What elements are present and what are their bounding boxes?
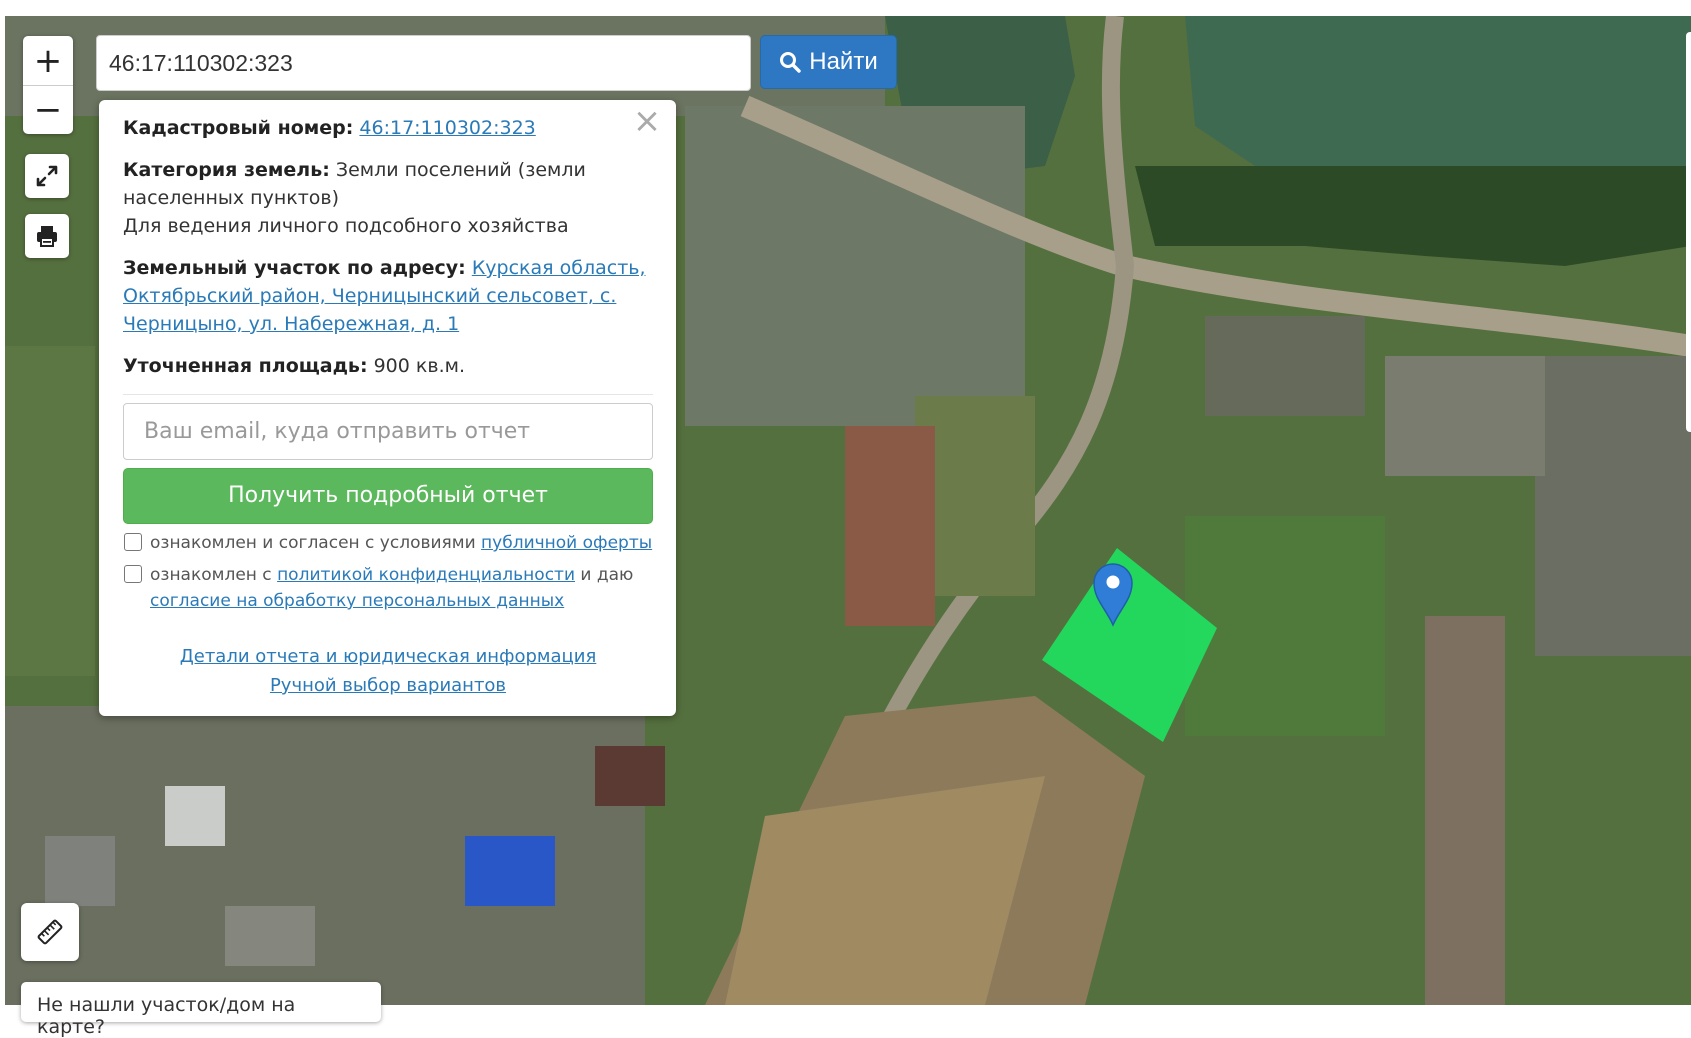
terms-agreement-row: ознакомлен и согласен с условиями публич…: [123, 530, 653, 556]
privacy-policy-link[interactable]: политикой конфиденциальности: [277, 565, 575, 585]
address-row: Земельный участок по адресу: Курская обл…: [123, 254, 653, 338]
parcel-info-popup: × Кадастровый номер: 46:17:110302:323 Ка…: [99, 100, 676, 716]
cadastral-number-link[interactable]: 46:17:110302:323: [359, 117, 535, 139]
get-report-button[interactable]: Получить подробный отчет: [123, 468, 653, 524]
popup-divider: [123, 394, 653, 395]
report-details-link[interactable]: Детали отчета и юридическая информация: [180, 646, 597, 667]
privacy-agreement-row: ознакомлен с политикой конфиденциальност…: [123, 562, 653, 614]
personal-data-consent-link[interactable]: согласие на обработку персональных данны…: [150, 591, 564, 611]
search-button-label: Найти: [809, 48, 878, 75]
print-icon: [37, 226, 57, 247]
area-row: Уточненная площадь: 900 кв.м.: [123, 352, 653, 380]
popup-footer-links: Детали отчета и юридическая информация Р…: [123, 642, 653, 700]
land-category-label: Категория земель:: [123, 159, 330, 181]
land-usage-value: Для ведения личного подсобного хозяйства: [123, 215, 569, 237]
terms-text-prefix: ознакомлен и согласен с условиями: [150, 533, 482, 553]
manual-selection-link[interactable]: Ручной выбор вариантов: [270, 675, 506, 696]
privacy-text: ознакомлен с политикой конфиденциальност…: [150, 562, 633, 614]
zoom-out-button[interactable]: −: [23, 86, 73, 134]
zoom-control: + −: [23, 36, 73, 134]
terms-checkbox[interactable]: [124, 533, 142, 551]
area-value: 900 кв.м.: [373, 355, 465, 377]
search-icon: [780, 52, 801, 73]
map-marker-icon[interactable]: [1092, 561, 1134, 627]
terms-text: ознакомлен и согласен с условиями публич…: [150, 530, 652, 556]
ruler-icon: [37, 919, 63, 945]
cadastral-search-input[interactable]: [96, 35, 751, 91]
area-label: Уточненная площадь:: [123, 355, 368, 377]
search-button[interactable]: Найти: [760, 35, 897, 89]
land-category-row: Категория земель: Земли поселений (земли…: [123, 156, 653, 240]
privacy-text-middle: и даю: [575, 565, 634, 585]
zoom-in-button[interactable]: +: [23, 37, 73, 85]
cadastral-number-row: Кадастровый номер: 46:17:110302:323: [123, 114, 653, 142]
email-field[interactable]: [123, 403, 653, 460]
address-label: Земельный участок по адресу:: [123, 257, 466, 279]
cadastral-number-label: Кадастровый номер:: [123, 117, 354, 139]
measure-button[interactable]: [21, 903, 79, 961]
expand-icon: [36, 165, 58, 187]
side-panel-edge: [1686, 32, 1691, 432]
fullscreen-button[interactable]: [25, 154, 69, 198]
print-button[interactable]: [25, 214, 69, 258]
privacy-text-prefix: ознакомлен с: [150, 565, 278, 585]
not-found-help-button[interactable]: Не нашли участок/дом на карте?: [21, 982, 381, 1038]
privacy-checkbox[interactable]: [124, 565, 142, 583]
public-offer-link[interactable]: публичной оферты: [481, 533, 652, 553]
